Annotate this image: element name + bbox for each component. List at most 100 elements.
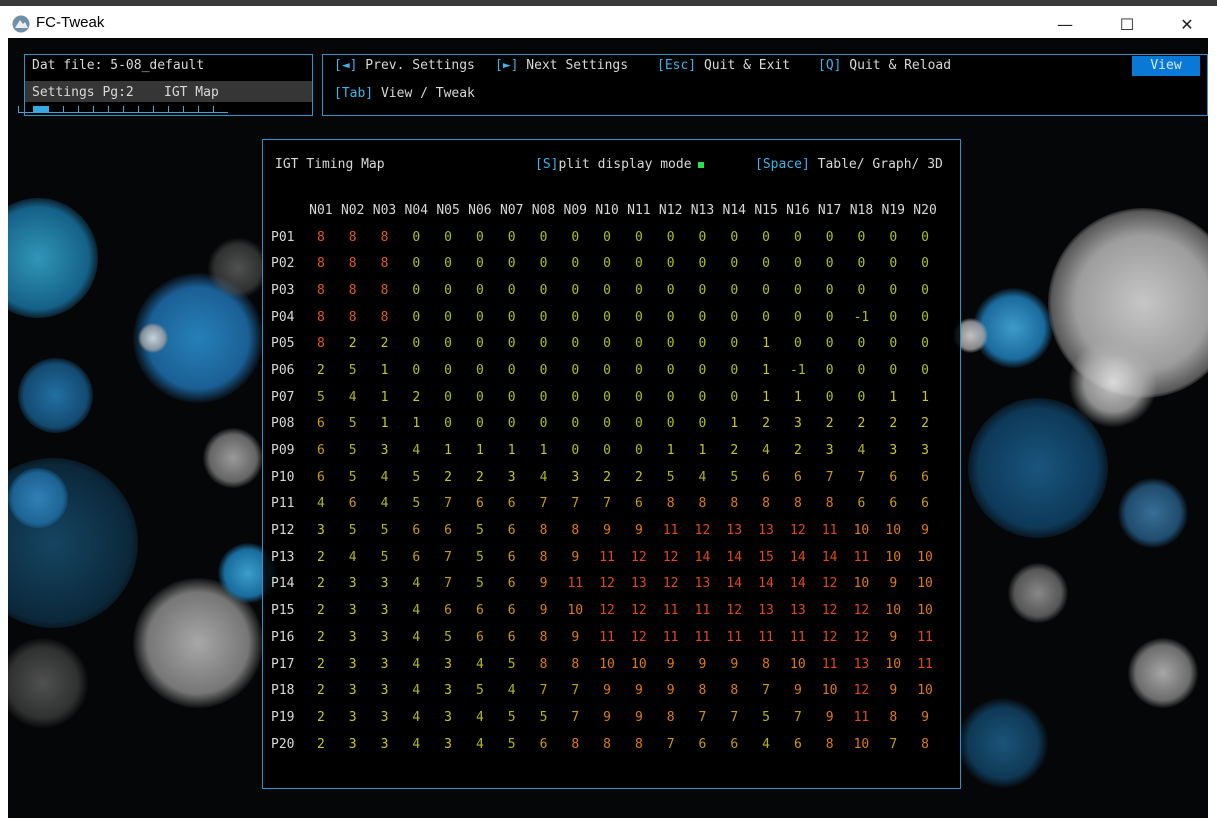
table-cell[interactable]: 0	[846, 230, 878, 245]
table-cell[interactable]: 13	[750, 603, 782, 618]
table-cell[interactable]: 7	[655, 737, 687, 752]
table-cell[interactable]: 0	[718, 390, 750, 405]
table-cell[interactable]: 0	[559, 443, 591, 458]
table-cell[interactable]: 7	[432, 496, 464, 511]
table-cell[interactable]: 11	[655, 523, 687, 538]
table-cell[interactable]: 11	[846, 550, 878, 565]
table-cell[interactable]: 0	[559, 336, 591, 351]
table-cell[interactable]: 9	[877, 576, 909, 591]
table-cell[interactable]: 0	[591, 283, 623, 298]
table-cell[interactable]: 0	[877, 336, 909, 351]
table-cell[interactable]: 0	[496, 310, 528, 325]
table-cell[interactable]: 8	[814, 496, 846, 511]
table-cell[interactable]: 5	[718, 470, 750, 485]
table-cell[interactable]: 0	[432, 390, 464, 405]
table-cell[interactable]: 5	[337, 363, 369, 378]
table-cell[interactable]: 6	[337, 496, 369, 511]
table-cell[interactable]: 12	[591, 576, 623, 591]
table-cell[interactable]: 2	[305, 737, 337, 752]
table-cell[interactable]: 3	[432, 737, 464, 752]
table-cell[interactable]: 11	[687, 603, 719, 618]
table-cell[interactable]: 11	[814, 523, 846, 538]
table-cell[interactable]: 5	[400, 470, 432, 485]
table-cell[interactable]: 9	[877, 683, 909, 698]
table-cell[interactable]: 6	[623, 496, 655, 511]
table-cell[interactable]: 8	[814, 737, 846, 752]
table-cell[interactable]: 0	[464, 283, 496, 298]
table-cell[interactable]: 0	[687, 283, 719, 298]
table-cell[interactable]: 9	[591, 710, 623, 725]
table-cell[interactable]: 6	[496, 523, 528, 538]
table-cell[interactable]: 7	[432, 576, 464, 591]
table-cell[interactable]: 8	[782, 496, 814, 511]
table-cell[interactable]: 0	[432, 283, 464, 298]
table-cell[interactable]: 3	[369, 710, 401, 725]
table-cell[interactable]: 0	[846, 283, 878, 298]
table-cell[interactable]: 5	[464, 683, 496, 698]
table-cell[interactable]: 5	[496, 737, 528, 752]
table-cell[interactable]: 4	[496, 683, 528, 698]
table-cell[interactable]: 0	[528, 283, 560, 298]
table-cell[interactable]: 0	[623, 443, 655, 458]
table-cell[interactable]: 10	[877, 550, 909, 565]
table-cell[interactable]: 2	[305, 603, 337, 618]
table-cell[interactable]: 4	[369, 496, 401, 511]
table-cell[interactable]: 0	[909, 363, 941, 378]
table-cell[interactable]: 12	[814, 576, 846, 591]
table-cell[interactable]: 5	[496, 657, 528, 672]
table-cell[interactable]: 0	[782, 256, 814, 271]
table-cell[interactable]: 2	[305, 683, 337, 698]
table-cell[interactable]: 5	[400, 496, 432, 511]
table-cell[interactable]: 3	[877, 443, 909, 458]
table-cell[interactable]: 0	[591, 310, 623, 325]
table-cell[interactable]: 4	[305, 496, 337, 511]
table-cell[interactable]: 4	[369, 470, 401, 485]
table-cell[interactable]: 8	[750, 657, 782, 672]
table-cell[interactable]: 4	[400, 683, 432, 698]
table-cell[interactable]: 0	[464, 336, 496, 351]
table-cell[interactable]: 0	[400, 336, 432, 351]
table-cell[interactable]: 8	[623, 737, 655, 752]
table-cell[interactable]: 10	[877, 603, 909, 618]
table-cell[interactable]: 4	[400, 630, 432, 645]
table-cell[interactable]: 11	[750, 630, 782, 645]
quit-reload-shortcut[interactable]: [Q] Quit & Reload	[818, 58, 951, 73]
table-cell[interactable]: 8	[718, 496, 750, 511]
table-cell[interactable]: 4	[400, 443, 432, 458]
table-cell[interactable]: 12	[591, 603, 623, 618]
table-cell[interactable]: 5	[337, 523, 369, 538]
table-cell[interactable]: 0	[623, 310, 655, 325]
table-cell[interactable]: 1	[750, 363, 782, 378]
table-cell[interactable]: 0	[432, 336, 464, 351]
table-cell[interactable]: 3	[337, 683, 369, 698]
table-cell[interactable]: 0	[655, 363, 687, 378]
table-cell[interactable]: 7	[750, 683, 782, 698]
table-cell[interactable]: 2	[337, 336, 369, 351]
table-cell[interactable]: 4	[528, 470, 560, 485]
table-cell[interactable]: 2	[591, 470, 623, 485]
table-cell[interactable]: 7	[432, 550, 464, 565]
table-cell[interactable]: 6	[432, 523, 464, 538]
table-cell[interactable]: 0	[750, 256, 782, 271]
table-cell[interactable]: 8	[559, 657, 591, 672]
table-cell[interactable]: 0	[718, 363, 750, 378]
table-cell[interactable]: 10	[846, 576, 878, 591]
table-cell[interactable]: 0	[623, 230, 655, 245]
table-cell[interactable]: 0	[464, 363, 496, 378]
table-cell[interactable]: 0	[559, 310, 591, 325]
table-cell[interactable]: 6	[687, 737, 719, 752]
table-cell[interactable]: 6	[782, 737, 814, 752]
table-cell[interactable]: 3	[559, 470, 591, 485]
table-cell[interactable]: 12	[623, 603, 655, 618]
table-cell[interactable]: 9	[814, 710, 846, 725]
table-cell[interactable]: 2	[369, 336, 401, 351]
table-cell[interactable]: 5	[464, 550, 496, 565]
table-cell[interactable]: 9	[528, 603, 560, 618]
table-cell[interactable]: 1	[464, 443, 496, 458]
table-cell[interactable]: 3	[337, 576, 369, 591]
table-cell[interactable]: 4	[400, 576, 432, 591]
table-cell[interactable]: 0	[623, 363, 655, 378]
table-cell[interactable]: 6	[305, 443, 337, 458]
table-cell[interactable]: 7	[877, 737, 909, 752]
table-cell[interactable]: 12	[623, 550, 655, 565]
